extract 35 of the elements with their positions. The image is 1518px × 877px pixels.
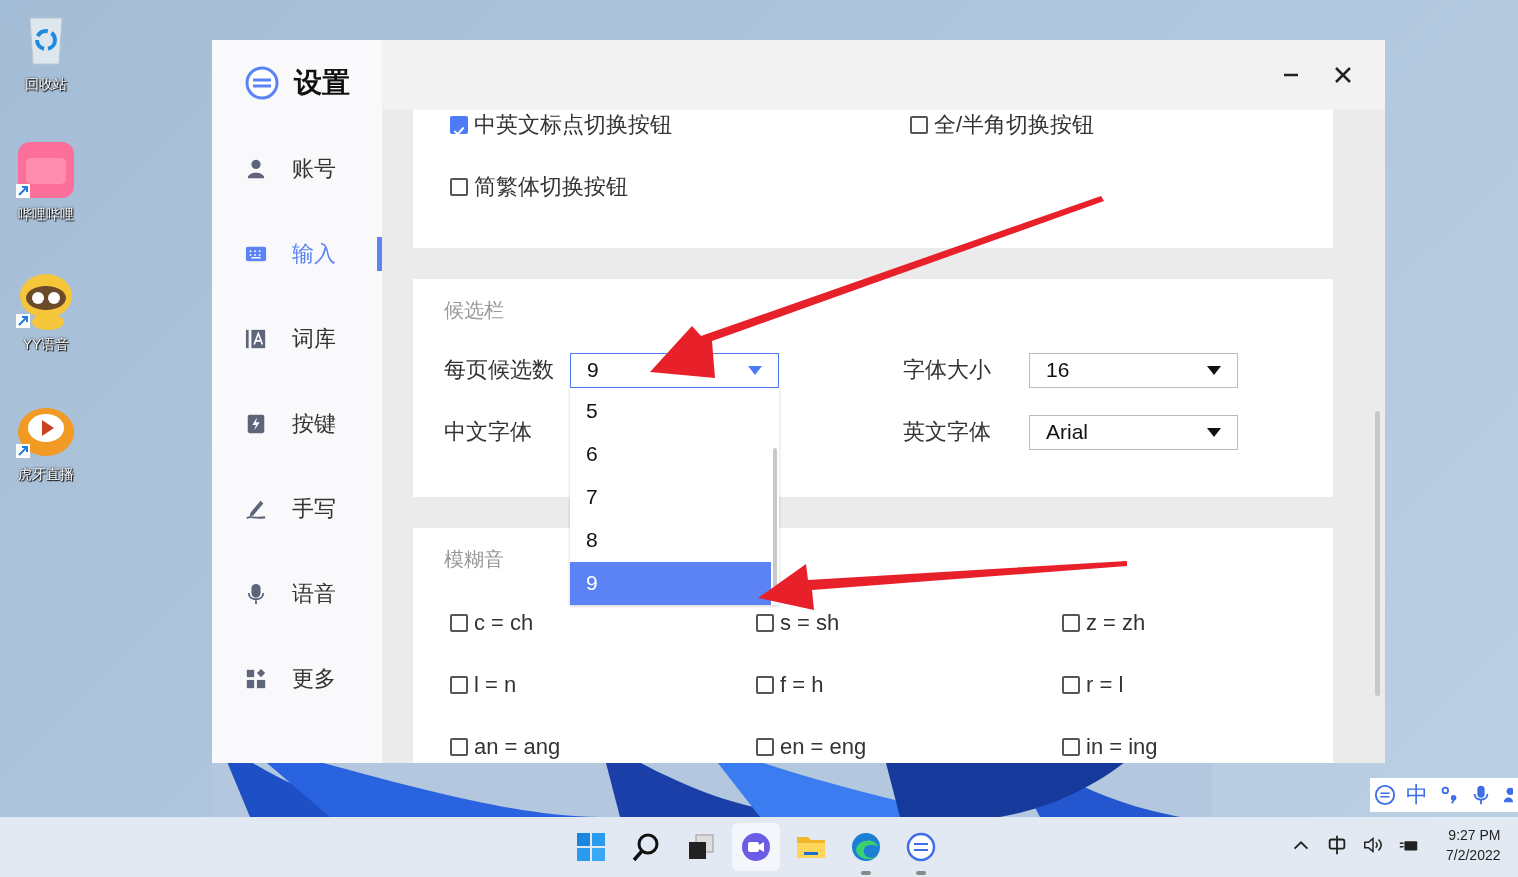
checkbox-option[interactable]: en = eng <box>756 734 867 760</box>
window-title: 设置 <box>294 66 350 100</box>
dropdown-option[interactable]: 6 <box>570 432 771 476</box>
checkbox-option[interactable]: f = h <box>756 672 824 698</box>
field-label: 中文字体 <box>444 418 533 446</box>
input-mode-toggle[interactable]: 中 <box>1406 780 1428 810</box>
sidebar-item[interactable]: 语音 <box>212 551 382 636</box>
dropdown[interactable]: Arial <box>1029 414 1238 450</box>
checkbox-option[interactable]: z = zh <box>1062 610 1146 636</box>
checkbox-option[interactable]: 简繁体切换按钮 <box>450 172 628 202</box>
checkbox-option[interactable]: an = ang <box>450 734 561 760</box>
checkbox-option[interactable]: r = l <box>1062 672 1124 698</box>
checkbox-option[interactable]: 中英文标点切换按钮 <box>450 110 672 140</box>
sidebar-item[interactable]: 词库 <box>212 296 382 381</box>
dropdown-option[interactable]: 8 <box>570 518 771 562</box>
dropdown-option[interactable]: 7 <box>570 475 771 519</box>
clock[interactable]: 9:27 PM 7/2/2022 <box>1446 827 1501 863</box>
checkbox-option[interactable]: l = n <box>450 672 517 698</box>
field-label: 英文字体 <box>903 418 992 446</box>
checkbox-option[interactable]: c = ch <box>450 610 534 636</box>
sidebar-item[interactable]: 账号 <box>212 126 382 211</box>
sidebar-item[interactable]: 手写 <box>212 466 382 551</box>
section-title: 候选栏 <box>444 298 505 323</box>
section-title: 模糊音 <box>444 547 505 572</box>
field-label: 字体大小 <box>903 356 992 384</box>
sidebar-item[interactable]: 按键 <box>212 381 382 466</box>
date-text: 7/2/2022 <box>1446 847 1501 863</box>
dropdown-option[interactable]: 5 <box>570 389 771 433</box>
field-label: 每页候选数 <box>444 356 555 384</box>
checkbox-option[interactable]: 全/半角切换按钮 <box>910 110 1095 140</box>
checkbox-option[interactable]: in = ing <box>1062 734 1158 760</box>
sidebar-item[interactable]: 更多 <box>212 636 382 721</box>
time-text: 9:27 PM <box>1448 827 1501 843</box>
checkbox-option[interactable]: s = sh <box>756 610 840 636</box>
dropdown[interactable]: 16 <box>1029 352 1238 388</box>
